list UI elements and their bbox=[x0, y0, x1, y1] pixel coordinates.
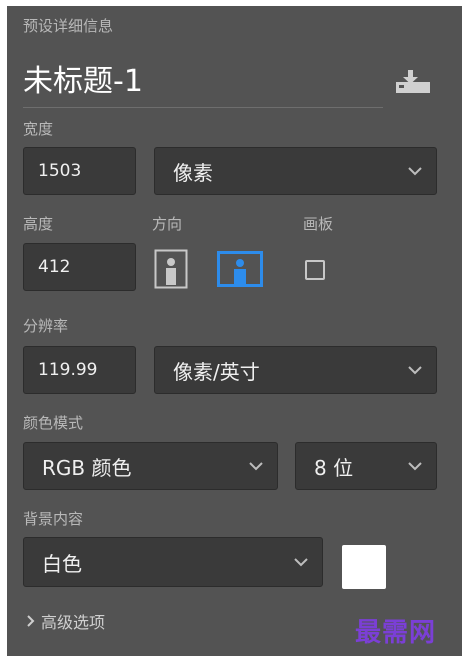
chevron-down-icon bbox=[249, 461, 263, 470]
save-preset-icon[interactable] bbox=[396, 68, 432, 94]
resolution-label: 分辨率 bbox=[23, 317, 69, 335]
orientation-label: 方向 bbox=[152, 215, 183, 233]
width-unit-dropdown[interactable]: 像素 bbox=[154, 147, 437, 195]
watermark: 最需网 bbox=[355, 618, 437, 648]
title-underline bbox=[23, 107, 383, 108]
color-mode-dropdown[interactable]: RGB 颜色 bbox=[23, 442, 278, 490]
advanced-options-toggle[interactable]: 高级选项 bbox=[27, 609, 105, 633]
bit-depth-value: 8 位 bbox=[314, 455, 354, 480]
chevron-down-icon bbox=[294, 557, 308, 566]
color-mode-value: RGB 颜色 bbox=[42, 455, 132, 480]
width-field[interactable]: 1503 bbox=[23, 147, 136, 195]
chevron-down-icon bbox=[408, 166, 422, 175]
resolution-unit-dropdown[interactable]: 像素/英寸 bbox=[154, 346, 437, 394]
background-value: 白色 bbox=[42, 551, 82, 576]
resolution-field[interactable]: 119.99 bbox=[23, 346, 136, 394]
background-color-swatch[interactable] bbox=[342, 545, 386, 589]
landscape-icon bbox=[217, 251, 263, 287]
color-mode-label: 颜色模式 bbox=[23, 414, 84, 432]
orientation-portrait-button[interactable] bbox=[154, 249, 188, 289]
document-title-input[interactable]: 未标题-1 bbox=[23, 60, 143, 104]
height-label: 高度 bbox=[23, 215, 54, 233]
section-title: 预设详细信息 bbox=[23, 17, 114, 35]
resolution-unit-value: 像素/英寸 bbox=[173, 359, 260, 384]
advanced-options-label: 高级选项 bbox=[41, 613, 106, 632]
chevron-down-icon bbox=[408, 461, 422, 470]
orientation-landscape-button[interactable] bbox=[217, 251, 263, 287]
width-label: 宽度 bbox=[23, 120, 54, 138]
bit-depth-dropdown[interactable]: 8 位 bbox=[295, 442, 437, 490]
artboard-label: 画板 bbox=[303, 215, 334, 233]
background-dropdown[interactable]: 白色 bbox=[23, 537, 323, 587]
preset-details-panel: 预设详细信息 未标题-1 宽度 1503 像素 高度 方向 画板 412 分辨率… bbox=[7, 6, 462, 656]
background-label: 背景内容 bbox=[23, 510, 84, 528]
width-unit-value: 像素 bbox=[173, 160, 213, 185]
artboard-checkbox[interactable] bbox=[305, 260, 325, 280]
height-field[interactable]: 412 bbox=[23, 243, 136, 291]
portrait-icon bbox=[154, 249, 188, 289]
chevron-down-icon bbox=[408, 365, 422, 374]
chevron-right-icon bbox=[27, 615, 35, 627]
